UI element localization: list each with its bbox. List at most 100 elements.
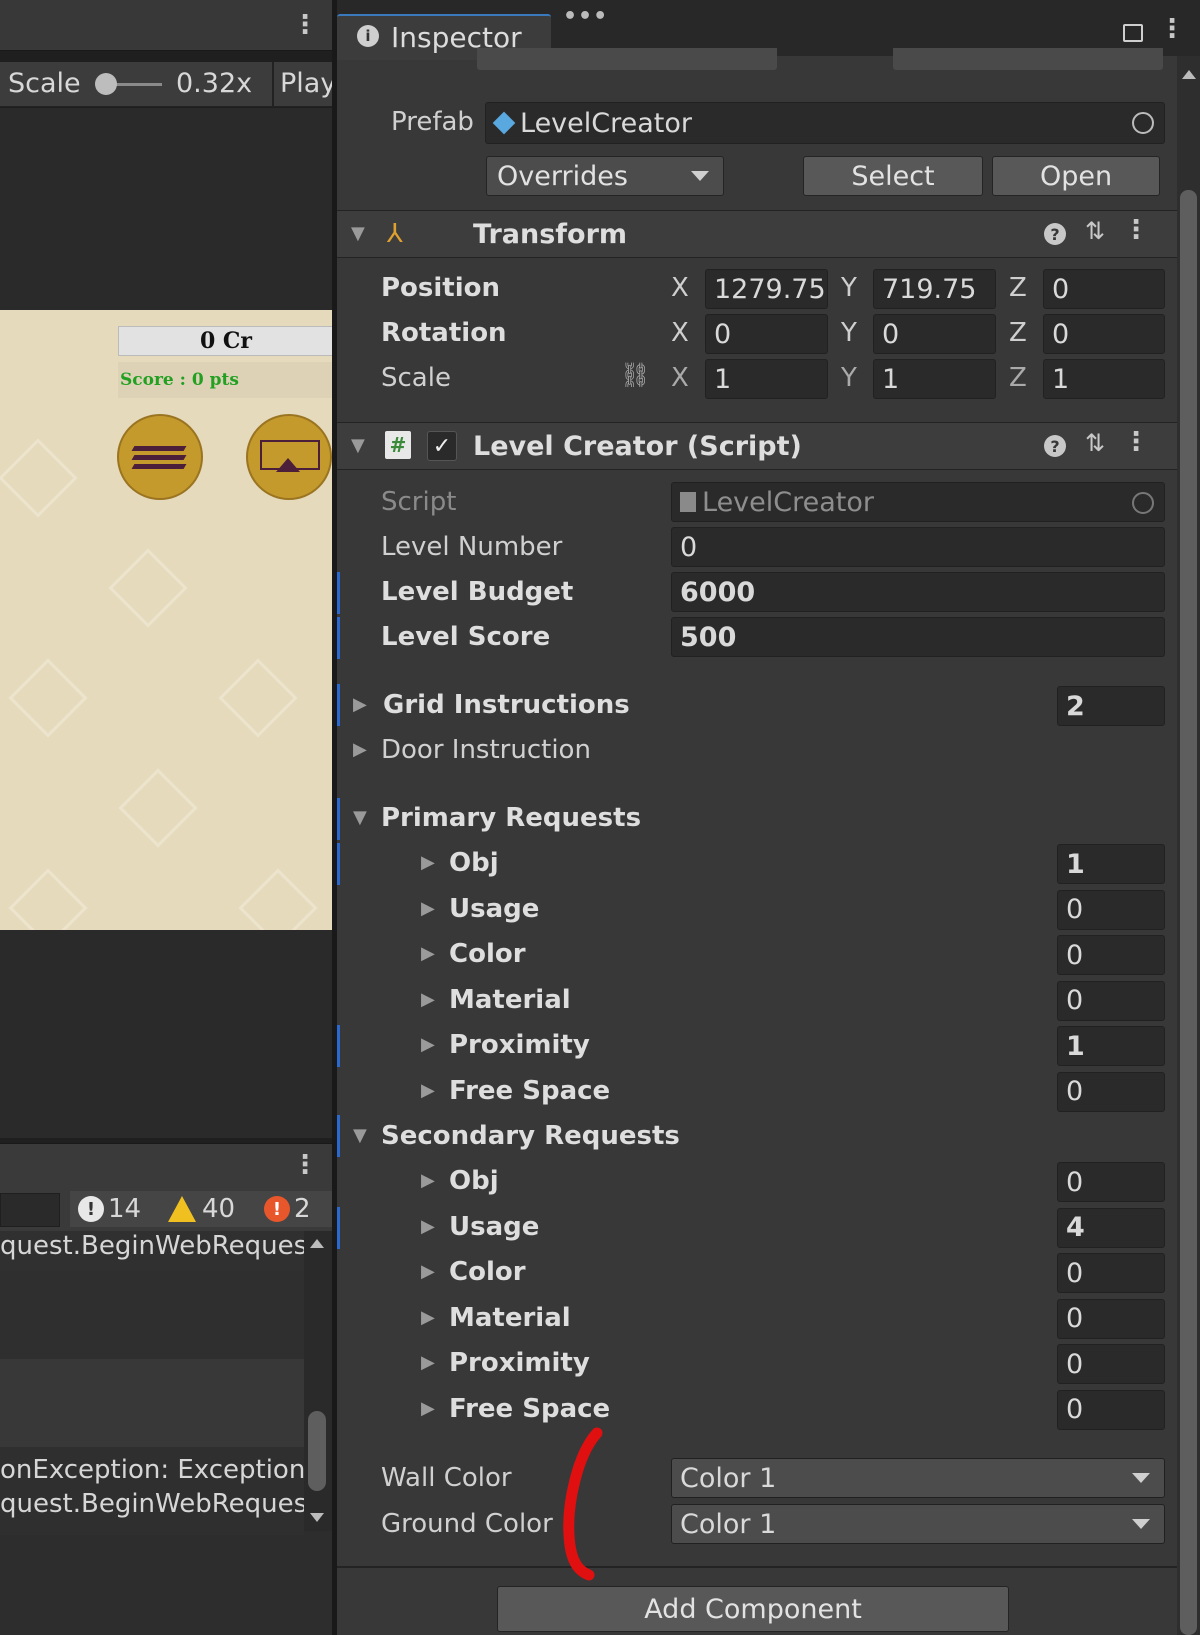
prefab-field[interactable]: LevelCreator [485,102,1165,144]
more-options-icon[interactable]: ⋮ [1123,427,1149,457]
position-y-field[interactable]: 719.75 [873,269,996,309]
add-component-button[interactable]: Add Component [497,1586,1009,1632]
console-scroll-thumb[interactable] [308,1411,326,1491]
request-label[interactable]: Proximity [449,1348,590,1378]
help-icon[interactable]: ? [1044,223,1066,245]
door-instruction-label[interactable]: Door Instruction [381,735,591,765]
overrides-dropdown[interactable]: Overrides [486,156,724,196]
request-label[interactable]: Free Space [449,1394,610,1424]
tab-options-icon[interactable]: ••• [563,4,608,29]
more-options-icon[interactable]: ⋮ [292,1150,318,1180]
request-size-field[interactable]: 0 [1057,1298,1165,1339]
error-count-toggle[interactable]: ! 2 [256,1191,340,1227]
scroll-up-icon[interactable] [310,1239,324,1248]
request-size-field[interactable]: 0 [1057,980,1165,1021]
lock-icon[interactable] [1123,24,1143,42]
tag-dropdown[interactable] [477,48,777,70]
console-log-entry[interactable] [0,1359,304,1447]
request-size-field[interactable]: 0 [1057,1344,1165,1384]
foldout-closed-icon[interactable]: ▶ [421,1398,435,1419]
foldout-closed-icon[interactable]: ▶ [421,852,435,873]
foldout-open-icon[interactable]: ▼ [351,435,365,456]
foldout-closed-icon[interactable]: ▶ [421,1216,435,1237]
foldout-closed-icon[interactable]: ▶ [353,694,367,715]
foldout-closed-icon[interactable]: ▶ [421,1307,435,1328]
open-button[interactable]: Open [992,156,1160,196]
request-size-field[interactable]: 4 [1057,1207,1165,1248]
scale-y-field[interactable]: 1 [873,359,996,399]
primary-requests-label[interactable]: Primary Requests [381,803,641,833]
console-log-entry[interactable]: quest.BeginWebReques [0,1231,304,1271]
request-size-field[interactable]: 1 [1057,1026,1165,1066]
level-creator-header[interactable]: ▼ # ✓ Level Creator (Script) ? ⇅ ⋮ [337,422,1177,470]
inspector-scrollbar[interactable] [1177,56,1200,1635]
console-scrollbar[interactable] [304,1231,332,1531]
object-picker-icon[interactable] [1132,112,1154,134]
request-size-field[interactable]: 0 [1057,935,1165,975]
select-button[interactable]: Select [803,156,983,196]
level-budget-field[interactable]: 6000 [671,572,1165,612]
console-log-entry[interactable] [0,1271,304,1359]
grid-instructions-size-field[interactable]: 2 [1057,686,1165,726]
console-search-input[interactable] [0,1193,60,1227]
request-label[interactable]: Obj [449,1166,499,1196]
request-label[interactable]: Material [449,1303,571,1333]
request-size-field[interactable]: 0 [1057,1253,1165,1293]
request-size-field[interactable]: 0 [1057,1162,1165,1202]
foldout-open-icon[interactable]: ▼ [353,807,367,828]
request-size-field[interactable]: 0 [1057,1071,1165,1112]
request-size-field[interactable]: 0 [1057,1389,1165,1430]
wall-color-dropdown[interactable]: Color 1 [671,1458,1165,1498]
play-mode-dropdown[interactable]: Play [280,68,336,99]
inspector-scroll-thumb[interactable] [1180,190,1197,1635]
grid-instructions-label[interactable]: Grid Instructions [383,690,630,720]
secondary-requests-label[interactable]: Secondary Requests [381,1121,680,1151]
request-label[interactable]: Color [449,1257,526,1287]
warning-count-toggle[interactable]: 40 [160,1191,258,1227]
rotation-x-field[interactable]: 0 [705,314,828,354]
preset-icon[interactable]: ⇅ [1085,429,1105,457]
scroll-up-icon[interactable] [1182,70,1196,79]
request-label[interactable]: Obj [449,848,499,878]
request-label[interactable]: Usage [449,894,539,924]
menu-coin-button[interactable] [117,414,203,500]
foldout-closed-icon[interactable]: ▶ [421,989,435,1010]
request-label[interactable]: Free Space [449,1076,610,1106]
foldout-closed-icon[interactable]: ▶ [353,739,367,760]
ground-color-dropdown[interactable]: Color 1 [671,1504,1165,1544]
help-icon[interactable]: ? [1044,435,1066,457]
transform-header[interactable]: ▼ ⅄ Transform ? ⇅ ⋮ [337,210,1177,258]
info-count-toggle[interactable]: ! 14 [70,1191,164,1227]
foldout-closed-icon[interactable]: ▶ [421,898,435,919]
foldout-closed-icon[interactable]: ▶ [421,943,435,964]
scale-x-field[interactable]: 1 [705,359,828,399]
foldout-open-icon[interactable]: ▼ [351,223,365,244]
upload-coin-button[interactable] [246,414,332,500]
scale-z-field[interactable]: 1 [1043,359,1165,399]
more-options-icon[interactable]: ⋮ [1159,14,1185,44]
position-z-field[interactable]: 0 [1043,269,1165,309]
rotation-z-field[interactable]: 0 [1043,314,1165,354]
foldout-closed-icon[interactable]: ▶ [421,1261,435,1282]
foldout-closed-icon[interactable]: ▶ [421,1170,435,1191]
more-options-icon[interactable]: ⋮ [292,10,318,40]
level-number-field[interactable]: 0 [671,527,1165,567]
layer-dropdown[interactable] [893,48,1163,70]
request-label[interactable]: Material [449,985,571,1015]
request-label[interactable]: Color [449,939,526,969]
enabled-checkbox[interactable]: ✓ [427,431,457,461]
position-x-field[interactable]: 1279.75 [705,269,828,309]
scroll-down-icon[interactable] [310,1513,324,1522]
request-size-field[interactable]: 0 [1057,889,1165,930]
preset-icon[interactable]: ⇅ [1085,217,1105,245]
foldout-open-icon[interactable]: ▼ [353,1125,367,1146]
constrain-proportions-icon[interactable]: ⛓ [620,361,650,389]
foldout-closed-icon[interactable]: ▶ [421,1352,435,1373]
foldout-closed-icon[interactable]: ▶ [421,1034,435,1055]
rotation-y-field[interactable]: 0 [873,314,996,354]
request-label[interactable]: Proximity [449,1030,590,1060]
request-label[interactable]: Usage [449,1212,539,1242]
more-options-icon[interactable]: ⋮ [1123,215,1149,245]
level-score-field[interactable]: 500 [671,617,1165,657]
request-size-field[interactable]: 1 [1057,844,1165,884]
